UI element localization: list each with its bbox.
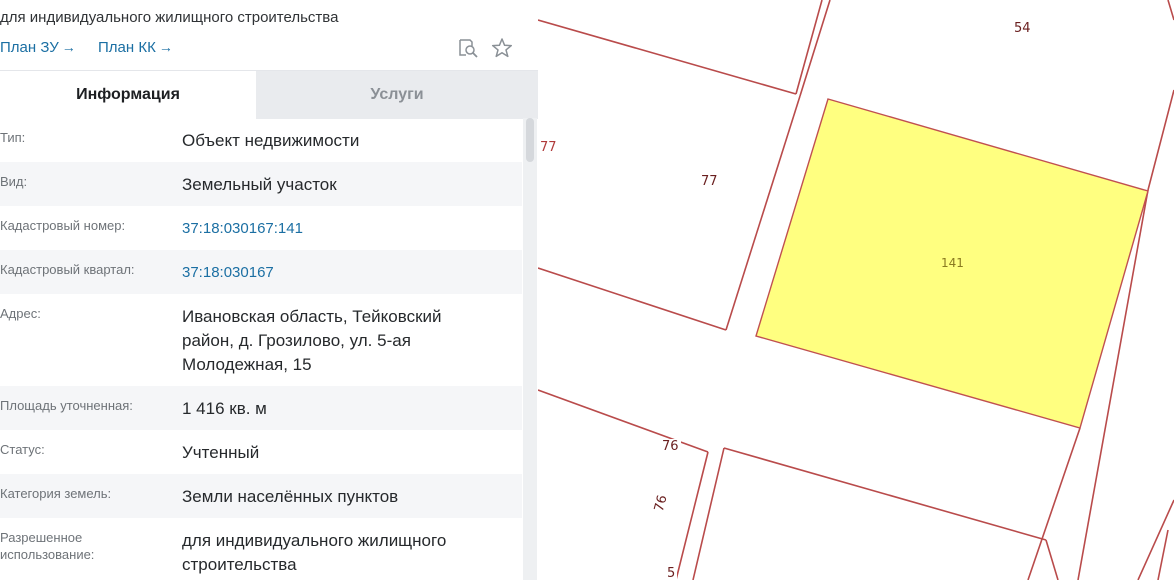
boundary-line [1147,89,1174,191]
boundary-line [1167,0,1174,21]
boundary-line [723,447,1047,541]
find-on-map-icon[interactable] [457,37,479,64]
boundary-line [675,451,709,580]
detail-value: Объект недвижимости [182,131,360,150]
detail-row-kind: Вид: Земельный участок [0,162,522,206]
plan-zu-label: План ЗУ [0,39,59,56]
parcel-label-77-edge[interactable]: 77 [538,140,559,155]
object-info-panel: для индивидуального жилищного строительс… [0,0,539,580]
boundary-line [799,0,831,97]
boundary-line [1157,529,1169,580]
arrow-right-icon: → [158,39,173,55]
detail-row-cadastral-quarter: Кадастровый квартал: 37:18:030167 [0,250,522,294]
parcel-label-77[interactable]: 77 [699,174,720,189]
details-scrollbar[interactable] [523,118,537,580]
detail-label: Статус: [0,442,45,457]
detail-value: для индивидуального жилищного строительс… [182,531,447,574]
detail-row-area: Площадь уточненная: 1 416 кв. м [0,386,522,430]
cadastral-number-link[interactable]: 37:18:030167:141 [182,217,492,241]
star-icon[interactable] [491,37,513,64]
boundary-line [795,0,823,95]
details-table: Тип: Объект недвижимости Вид: Земельный … [0,118,522,580]
tab-services[interactable]: Услуги [256,71,538,119]
map-canvas[interactable] [538,0,1174,580]
detail-row-type: Тип: Объект недвижимости [0,118,522,162]
detail-value: Земли населённых пунктов [182,487,399,506]
cadastral-quarter-link[interactable]: 37:18:030167 [182,261,492,285]
boundary-line [1027,427,1081,580]
detail-row-address: Адрес: Ивановская область, Тейковский ра… [0,294,522,386]
detail-label: Вид: [0,174,28,189]
parcel-label-141[interactable]: 141 [939,256,966,271]
detail-label: Разрешенное использование: [0,530,95,562]
plan-kk-link[interactable]: План КК → [98,39,173,56]
arrow-right-icon: → [61,39,76,55]
boundary-line [692,447,725,580]
cadastral-map[interactable]: 54 77 77 141 76 76 5 [538,0,1174,581]
boundary-line [538,267,727,331]
tab-bar: Информация Услуги [0,70,538,119]
detail-label: Тип: [0,130,26,145]
tab-information[interactable]: Информация [0,71,256,119]
detail-label: Категория земель: [0,486,112,501]
detail-row-permitted-use: Разрешенное использование: для индивидуа… [0,518,522,580]
plan-kk-label: План КК [98,39,156,56]
detail-value: 1 416 кв. м [182,399,267,418]
detail-value: Ивановская область, Тейковский район, д.… [182,307,442,374]
permitted-use-heading: для индивидуального жилищного строительс… [0,9,339,26]
boundary-line [1045,539,1059,580]
detail-label: Кадастровый номер: [0,218,126,233]
plan-zu-link[interactable]: План ЗУ → [0,39,76,56]
detail-value: Учтенный [182,443,260,462]
scrollbar-thumb[interactable] [526,118,534,162]
detail-label: Площадь уточненная: [0,398,133,413]
detail-label: Кадастровый квартал: [0,262,135,277]
detail-row-status: Статус: Учтенный [0,430,522,474]
boundary-line [538,389,709,453]
boundary-line [1137,499,1174,580]
detail-row-land-category: Категория земель: Земли населённых пункт… [0,474,522,518]
boundary-line [538,19,797,95]
detail-label: Адрес: [0,306,41,321]
parcel-label-5[interactable]: 5 [665,566,678,581]
parcel-label-76[interactable]: 76 [660,439,681,454]
parcel-label-54[interactable]: 54 [1012,21,1033,36]
detail-row-cadastral-number: Кадастровый номер: 37:18:030167:141 [0,206,522,250]
detail-value: Земельный участок [182,175,337,194]
